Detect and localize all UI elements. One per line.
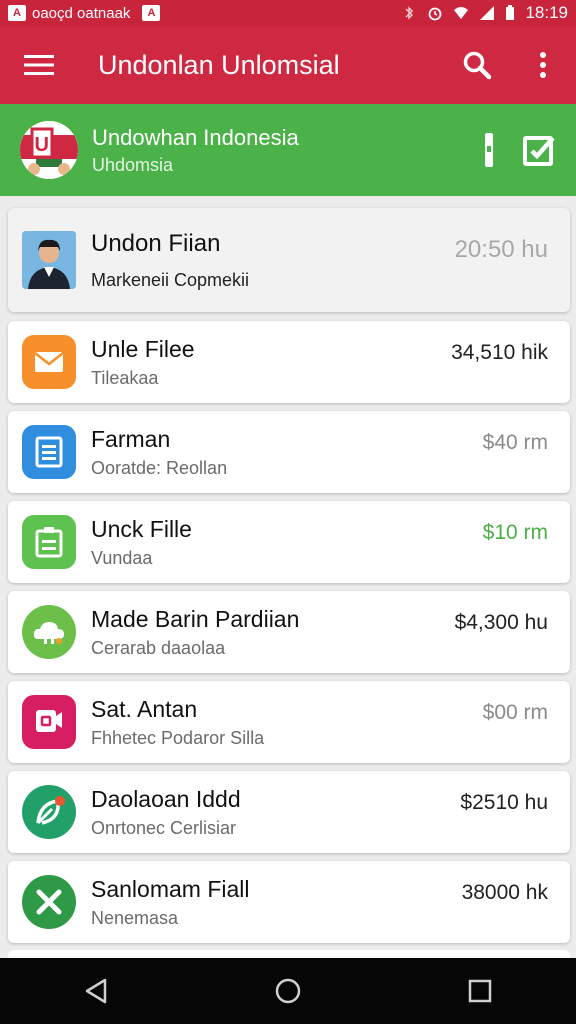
header-title: Undowhan Indonesia [92,124,299,150]
item-subtitle: Cerarab daaolaa [91,637,226,658]
document-icon [22,425,76,479]
item-amount: $10 rm [482,521,548,544]
recents-icon[interactable] [450,961,510,1021]
signal-icon [480,6,495,20]
profile-header: U Undowhan Indonesia Uhdomsia [0,104,576,196]
menu-icon[interactable] [0,26,80,104]
notification-text: oaoçd oatnaak [32,4,131,22]
clipboard-icon [22,515,76,569]
app-bar: Undonlan Unlomsial [0,26,576,104]
battery-icon [506,5,515,20]
item-amount: $40 rm [482,431,548,454]
list-item[interactable]: Made Barin Pardiian Cerarab daaolaa $4,3… [8,591,570,673]
svg-text:U: U [35,134,49,156]
search-icon[interactable] [444,26,510,104]
item-subtitle: Vundaa [91,547,153,568]
item-subtitle: Tileakaa [91,367,159,388]
item-subtitle: Fhhetec Podaror Silla [91,727,265,748]
clock: 18:19 [525,3,568,22]
app-notification-icon: A [8,5,26,21]
navigation-bar [0,958,576,1024]
alarm-icon [429,7,442,21]
edit-icon[interactable] [514,104,564,196]
wifi-icon [454,7,469,19]
list-item[interactable]: Farman Ooratde: Reollan $40 rm [8,411,570,493]
item-amount: $00 rm [482,701,548,724]
cloud-icon [22,605,76,659]
item-amount: 34,510 hik [451,341,548,364]
brand-logo: U [20,121,78,179]
item-subtitle: Markeneii Copmekii [91,269,250,290]
message-icon [22,695,76,749]
list-item[interactable]: Sat. Antan Fhhetec Podaror Silla $00 rm [8,681,570,763]
item-amount: $4,300 hu [454,611,548,634]
person-avatar [22,231,76,289]
bluetooth-icon [405,6,414,20]
close-x-icon [22,875,76,929]
transaction-list: Undon Fiian Markeneii Copmekii 20:50 hu … [8,208,570,951]
item-amount: $2510 hu [460,791,548,814]
leaf-icon [22,785,76,839]
list-item[interactable]: Unle Filee Tileakaa 34,510 hik [8,321,570,403]
status-bar: A oaoçd oatnaak A 18:19 [0,0,576,26]
bookmark-icon[interactable] [464,104,514,196]
home-icon[interactable] [258,961,318,1021]
item-amount: 38000 hk [461,881,548,904]
list-item[interactable]: Unck Fille Vundaa $10 rm [8,501,570,583]
list-item[interactable]: Sanlomam Fiall Nenemasa 38000 hk [8,861,570,943]
app-notification-icon: A [142,5,161,21]
item-amount: 20:50 hu [454,236,548,263]
list-item[interactable]: Undon Fiian Markeneii Copmekii 20:50 hu [8,208,570,312]
mail-icon [22,335,76,389]
back-icon[interactable] [66,961,126,1021]
item-subtitle: Onrtonec Cerlisiar [91,817,237,838]
app-title: Undonlan Unlomsial [98,49,340,80]
more-vert-icon[interactable] [510,26,576,104]
list-item[interactable]: Daolaoan Iddd Onrtonec Cerlisiar $2510 h… [8,771,570,853]
header-subtitle: Uhdomsia [92,154,174,175]
item-subtitle: Nenemasa [91,907,179,928]
item-subtitle: Ooratde: Reollan [91,457,228,478]
